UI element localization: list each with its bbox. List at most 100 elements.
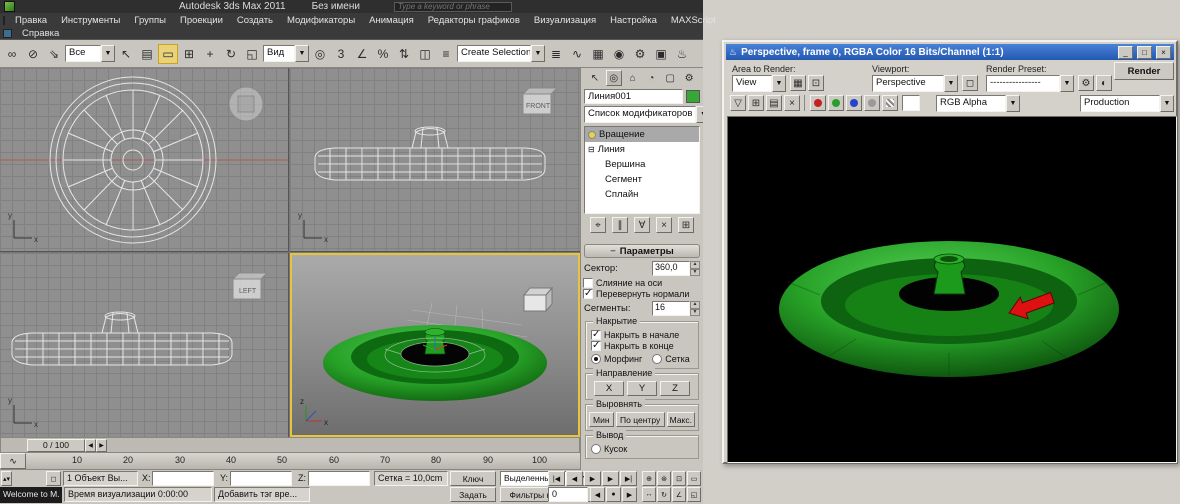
unlink-icon[interactable]: ⊘ xyxy=(23,44,43,64)
previous-key-button[interactable]: ◀ xyxy=(590,487,605,502)
pan-icon[interactable]: ↔ xyxy=(642,487,656,502)
direction-y-button[interactable]: Y xyxy=(627,381,657,396)
align-icon[interactable]: ≡ xyxy=(436,44,456,64)
color-swatch[interactable] xyxy=(902,95,920,111)
viewport-combo[interactable]: Perspective ▼ xyxy=(872,75,958,92)
previous-frame-button[interactable]: ◀ xyxy=(566,471,583,486)
chevron-down-icon[interactable]: ▼ xyxy=(1160,95,1174,112)
object-color-swatch[interactable] xyxy=(686,90,700,103)
tab-modify-icon[interactable]: ◎ xyxy=(605,70,622,86)
chevron-down-icon[interactable]: ▼ xyxy=(531,45,545,62)
orbit-icon[interactable]: ↻ xyxy=(657,487,671,502)
menu-create[interactable]: Создать xyxy=(230,15,280,26)
green-channel-icon[interactable] xyxy=(828,95,844,111)
viewport-front[interactable]: FRONT y x xyxy=(290,68,580,252)
clone-window-icon[interactable]: ⊞ xyxy=(748,95,764,111)
lock-viewport-icon[interactable]: ◻ xyxy=(962,75,978,91)
menu-customize[interactable]: Настройка xyxy=(603,15,664,26)
remove-modifier-icon[interactable]: × xyxy=(656,217,672,233)
chevron-down-icon[interactable]: ▼ xyxy=(101,45,115,62)
weld-core-checkbox[interactable]: Слияние на оси xyxy=(583,278,701,288)
monochrome-icon[interactable] xyxy=(864,95,880,111)
align-center-button[interactable]: По центру xyxy=(615,412,665,427)
menu-tools[interactable]: Инструменты xyxy=(54,15,127,26)
object-name-field[interactable]: Линия001 xyxy=(584,89,683,104)
degrees-spinner[interactable]: 360,0 ▲ ▼ xyxy=(652,261,700,276)
chevron-down-icon[interactable]: ▼ xyxy=(944,75,958,92)
blue-channel-icon[interactable] xyxy=(846,95,862,111)
clear-image-icon[interactable]: × xyxy=(784,95,800,111)
use-pivot-center-icon[interactable]: ◎ xyxy=(310,44,330,64)
rectangular-selection-region-icon[interactable]: ▭ xyxy=(158,43,178,64)
next-frame-button[interactable]: ▶ xyxy=(602,471,619,486)
rendered-frame-window-icon[interactable]: ▣ xyxy=(651,44,671,64)
segments-spinner[interactable]: 16 ▲ ▼ xyxy=(652,301,700,316)
snap-toggle-3d-icon[interactable]: 3 xyxy=(331,44,351,64)
menu-group[interactable]: Группы xyxy=(127,15,173,26)
next-key-button[interactable]: ▶ xyxy=(622,487,637,502)
tab-display-icon[interactable]: ▢ xyxy=(662,70,678,86)
save-image-icon[interactable]: ▽ xyxy=(730,95,746,111)
viewport-perspective[interactable]: xz xyxy=(290,253,580,437)
zoom-icon[interactable]: ⊕ xyxy=(642,471,656,486)
render-window-titlebar[interactable]: ♨ Perspective, frame 0, RGBA Color 16 Bi… xyxy=(726,44,1174,60)
schematic-view-icon[interactable]: ▦ xyxy=(588,44,608,64)
window-crossing-icon[interactable]: ⊞ xyxy=(179,44,199,64)
close-button[interactable]: × xyxy=(1156,45,1171,59)
field-of-view-icon[interactable]: ∠ xyxy=(672,487,686,502)
add-time-tag[interactable]: Добавить тэг вре... xyxy=(214,487,310,502)
edit-region-icon[interactable]: ▦ xyxy=(790,75,806,91)
bind-to-spacewarp-icon[interactable]: ⇘ xyxy=(44,44,64,64)
viewport-left[interactable]: LEFT y x xyxy=(0,253,289,437)
menu-rendering[interactable]: Визуализация xyxy=(527,15,603,26)
select-object-icon[interactable]: ↖ xyxy=(116,44,136,64)
maximize-viewport-icon[interactable]: ◱ xyxy=(687,487,701,502)
channel-display-combo[interactable]: RGB Alpha ▼ xyxy=(936,95,1020,112)
stack-item-vertex[interactable]: Вершина xyxy=(585,157,699,172)
go-to-end-button[interactable]: ▶| xyxy=(620,471,637,486)
alpha-channel-icon[interactable] xyxy=(882,95,898,111)
cap-end-checkbox[interactable]: Накрыть в конце xyxy=(591,340,693,351)
time-slider[interactable]: 0 / 100 ◀ ▶ xyxy=(0,437,580,453)
key-mode-toggle-button[interactable]: ● xyxy=(606,487,621,502)
production-combo[interactable]: Production ▼ xyxy=(1080,95,1174,112)
select-and-link-icon[interactable]: ∞ xyxy=(2,44,22,64)
tab-create-icon[interactable]: ↖ xyxy=(587,70,603,86)
tab-utilities-icon[interactable]: ⚙ xyxy=(681,70,697,86)
cap-start-checkbox[interactable]: Накрыть в начале xyxy=(591,329,693,340)
chevron-down-icon[interactable]: ▼ xyxy=(772,75,786,92)
layer-manager-icon[interactable]: ≣ xyxy=(546,44,566,64)
pin-stack-icon[interactable]: ⌖ xyxy=(590,217,606,233)
selection-lock-icon[interactable]: ◻ xyxy=(46,471,61,486)
viewport-top[interactable]: yx xyxy=(0,68,289,252)
tab-hierarchy-icon[interactable]: ⌂ xyxy=(625,70,641,86)
percent-snap-icon[interactable]: % xyxy=(373,44,393,64)
select-and-scale-icon[interactable]: ◱ xyxy=(242,44,262,64)
angle-snap-icon[interactable]: ∠ xyxy=(352,44,372,64)
render-setup-icon[interactable]: ⚙ xyxy=(1078,75,1094,91)
set-key-button[interactable]: Ключ xyxy=(450,471,496,486)
chevron-down-icon[interactable]: ▼ xyxy=(295,45,309,62)
stack-item-lathe[interactable]: Вращение xyxy=(585,127,699,142)
tab-motion-icon[interactable]: ◔ xyxy=(644,70,660,86)
show-end-result-icon[interactable]: ∥ xyxy=(612,217,628,233)
spinner-stack-icon[interactable]: ▴▾ xyxy=(1,471,12,486)
menu-graph-editors[interactable]: Редакторы графиков xyxy=(421,15,527,26)
welcome-window-fragment[interactable]: Welcome to M. xyxy=(0,487,62,503)
stack-item-segment[interactable]: Сегмент xyxy=(585,172,699,187)
area-to-render-combo[interactable]: View ▼ xyxy=(732,75,786,92)
lightbulb-icon[interactable] xyxy=(588,130,596,139)
chevron-down-icon[interactable]: ▼ xyxy=(1006,95,1020,112)
selection-filter-combo[interactable]: Все ▼ xyxy=(65,45,115,62)
zoom-all-icon[interactable]: ⊛ xyxy=(657,471,671,486)
mirror-icon[interactable]: ◫ xyxy=(415,44,435,64)
select-and-move-icon[interactable]: + xyxy=(200,44,220,64)
direction-x-button[interactable]: X xyxy=(594,381,624,396)
auto-region-icon[interactable]: ⊡ xyxy=(808,75,824,91)
zoom-extents-icon[interactable]: ⊡ xyxy=(672,471,686,486)
menu-help[interactable]: Справка xyxy=(15,28,66,39)
align-max-button[interactable]: Макс. xyxy=(666,412,696,427)
stack-item-spline[interactable]: Сплайн xyxy=(585,187,699,202)
print-image-icon[interactable]: ▤ xyxy=(766,95,782,111)
set-key-mode-button[interactable]: Задать xyxy=(450,487,496,502)
